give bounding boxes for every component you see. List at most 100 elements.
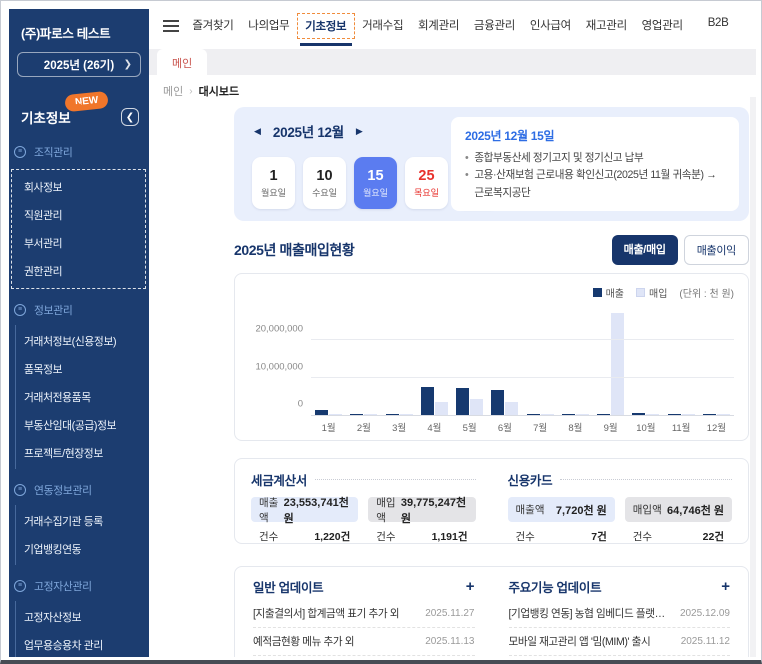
x-axis-label: 8월: [558, 420, 593, 434]
breadcrumb-current: 대시보드: [199, 83, 239, 99]
sidebar-section-items: 거래수집기관 등록기업뱅킹연동: [15, 505, 149, 565]
update-list-item[interactable]: 일/월계표 '현금/대체 구분조회' 탭 추가2025.11.11: [509, 656, 731, 657]
company-name: (주)파로스 테스트: [9, 9, 149, 42]
update-list-item[interactable]: [기업뱅킹 연동] 농협 임베디드 플랫폼 연... 2025.12.09: [509, 600, 731, 628]
breadcrumb: 메인 › 대시보드: [149, 75, 756, 99]
legend-purchase-swatch: [636, 288, 645, 297]
bar-매출: [562, 414, 575, 416]
sidebar-item[interactable]: 직원관리: [24, 201, 145, 229]
y-axis-label: 10,000,000: [249, 361, 303, 372]
bar-매출: [315, 410, 328, 415]
update-date: 2025.11.27: [425, 608, 474, 619]
day-card[interactable]: 1월요일: [252, 157, 295, 209]
sidebar-section-items: 고정자산정보업무용승용차 관리미상각자산감가상각명세서양도자산감가상각명세서: [15, 601, 149, 657]
chart-gridline: [311, 377, 734, 378]
tax-sales-count: 건수 1,220건: [251, 529, 358, 544]
update-date: 2025.11.12: [681, 636, 730, 647]
nav-tab-B2B[interactable]: B2B: [690, 13, 746, 39]
chart-x-axis: 1월2월3월4월5월6월7월8월9월10월11월12월: [311, 416, 734, 434]
x-axis-label: 12월: [699, 420, 734, 434]
hamburger-menu-icon[interactable]: [163, 17, 179, 35]
app-window: (주)파로스 테스트 2025년 (26기) ❯ 기초정보 ❮ NEW ≡조직관…: [0, 0, 762, 664]
fiscal-year-selector[interactable]: 2025년 (26기) ❯: [17, 52, 141, 77]
dashboard-content: ◀ 2025년 12월 ▶ 1월요일10수요일15월요일25목요일26금요일 ❮…: [234, 97, 749, 657]
tax-purchase-count: 건수 1,191건: [368, 529, 475, 544]
bar-group: [311, 304, 346, 415]
sales-purchase-chart: 매출 매입 (단위 : 천 원) 010,000,00020,000,000 1…: [234, 273, 749, 441]
nav-tab-기초정보[interactable]: 기초정보: [297, 13, 355, 39]
sidebar-item[interactable]: 부동산임대(공급)정보: [24, 411, 149, 439]
nav-tab-나의업무[interactable]: 나의업무: [241, 13, 297, 39]
update-list-item[interactable]: 알림 테스트2025.11.04: [253, 656, 475, 657]
sidebar-section-header[interactable]: ≡고정자산관리: [9, 571, 149, 601]
plus-icon[interactable]: +: [466, 579, 475, 594]
sidebar-item[interactable]: 거래처전용품목: [24, 383, 149, 411]
sidebar-section-header[interactable]: ≡정보관리: [9, 295, 149, 325]
breadcrumb-separator-icon: ›: [189, 86, 192, 97]
day-weekday: 수요일: [312, 186, 337, 199]
sidebar-item[interactable]: 프로젝트/현장정보: [24, 439, 149, 467]
nav-tab-거래수집[interactable]: 거래수집: [355, 13, 411, 39]
nav-tab-영업관리[interactable]: 영업관리: [634, 13, 690, 39]
day-card[interactable]: 25목요일: [405, 157, 448, 209]
sidebar-item[interactable]: 품목정보: [24, 355, 149, 383]
nav-tab-회계관리[interactable]: 회계관리: [411, 13, 467, 39]
fiscal-year-label: 2025년 (26기): [44, 57, 114, 73]
sidebar-section-header[interactable]: ≡조직관리: [9, 137, 149, 167]
next-month-icon[interactable]: ▶: [356, 126, 363, 137]
bar-매출: [632, 413, 645, 415]
sidebar-item[interactable]: 거래수집기관 등록: [24, 507, 149, 535]
bar-매입: [717, 414, 730, 416]
x-axis-label: 5월: [452, 420, 487, 434]
nav-tab-금융관리[interactable]: 금융관리: [467, 13, 523, 39]
bar-group: [628, 304, 663, 415]
bar-매출: [668, 414, 681, 416]
tab-main[interactable]: 메인: [157, 49, 207, 75]
update-list-item[interactable]: 예적금현황 메뉴 추가 외2025.11.13: [253, 628, 475, 656]
breadcrumb-root[interactable]: 메인: [163, 83, 183, 99]
nav-tab-재고관리[interactable]: 재고관리: [578, 13, 634, 39]
update-date: 2025.12.09: [680, 608, 730, 619]
sidebar-item[interactable]: 고정자산정보: [24, 603, 149, 631]
sidebar-item[interactable]: 기업뱅킹연동: [24, 535, 149, 563]
chart-title: 2025년 매출매입현황: [234, 240, 354, 260]
legend-purchase: 매입: [636, 285, 667, 300]
divider: [315, 479, 475, 480]
x-axis-label: 11월: [664, 420, 699, 434]
sidebar-item[interactable]: 회사정보: [24, 173, 145, 201]
sidebar-collapse-button[interactable]: ❮: [121, 108, 139, 126]
update-title: [기업뱅킹 연동] 농협 임베디드 플랫폼 연...: [509, 606, 672, 621]
legend-sales-swatch: [593, 288, 602, 297]
sidebar-item[interactable]: 업무용승용차 관리: [24, 631, 149, 657]
bar-group: [558, 304, 593, 415]
nav-tab-즐겨찾기[interactable]: 즐겨찾기: [185, 13, 241, 39]
top-navigation: 즐겨찾기나의업무기초정보거래수집회계관리금융관리인사급여재고관리영업관리B2B: [149, 9, 756, 42]
update-list-item[interactable]: [지출결의서] 합계금액 표기 추가 외2025.11.27: [253, 600, 475, 628]
plus-icon[interactable]: +: [721, 579, 730, 594]
bar-매출: [527, 414, 540, 416]
nav-tab-인사급여[interactable]: 인사급여: [522, 13, 578, 39]
update-title: 모바일 재고관리 앱 '밈(MIM)' 출시: [509, 634, 651, 649]
day-number: 10: [316, 168, 332, 184]
day-card[interactable]: 15월요일: [354, 157, 397, 209]
prev-month-icon[interactable]: ◀: [254, 126, 261, 137]
divider: [560, 479, 732, 480]
sidebar-item[interactable]: 권한관리: [24, 257, 145, 285]
sales-purchase-toggle-button[interactable]: 매출/매입: [612, 235, 678, 265]
sidebar-section-header[interactable]: ≡연동정보관리: [9, 475, 149, 505]
update-list-item[interactable]: 모바일 재고관리 앱 '밈(MIM)' 출시 2025.11.12: [509, 628, 731, 656]
bar-매출: [456, 388, 469, 415]
sidebar-item[interactable]: 거래처정보(신용정보): [24, 327, 149, 355]
profit-toggle-button[interactable]: 매출이익: [684, 235, 749, 265]
day-number: 25: [418, 168, 434, 184]
sidebar-item[interactable]: 부서관리: [24, 229, 145, 257]
bullet-icon: •: [465, 150, 468, 167]
update-date: 2025.11.13: [425, 636, 474, 647]
credit-card-stats: 신용카드 매출액 7,720천 원 매입액 64,746천 원: [508, 470, 733, 532]
day-card[interactable]: 10 수요일: [303, 157, 346, 209]
scrollbar[interactable]: [750, 97, 756, 657]
bar-매입: [400, 414, 413, 416]
sidebar-section-items: 거래처정보(신용정보)품목정보거래처전용품목부동산임대(공급)정보프로젝트/현장…: [15, 325, 149, 469]
tax-purchase-box: 매입액 39,775,247천 원: [368, 497, 475, 522]
schedule-item: • 종합부동산세 정기고지 및 정기신고 납부: [465, 150, 725, 167]
